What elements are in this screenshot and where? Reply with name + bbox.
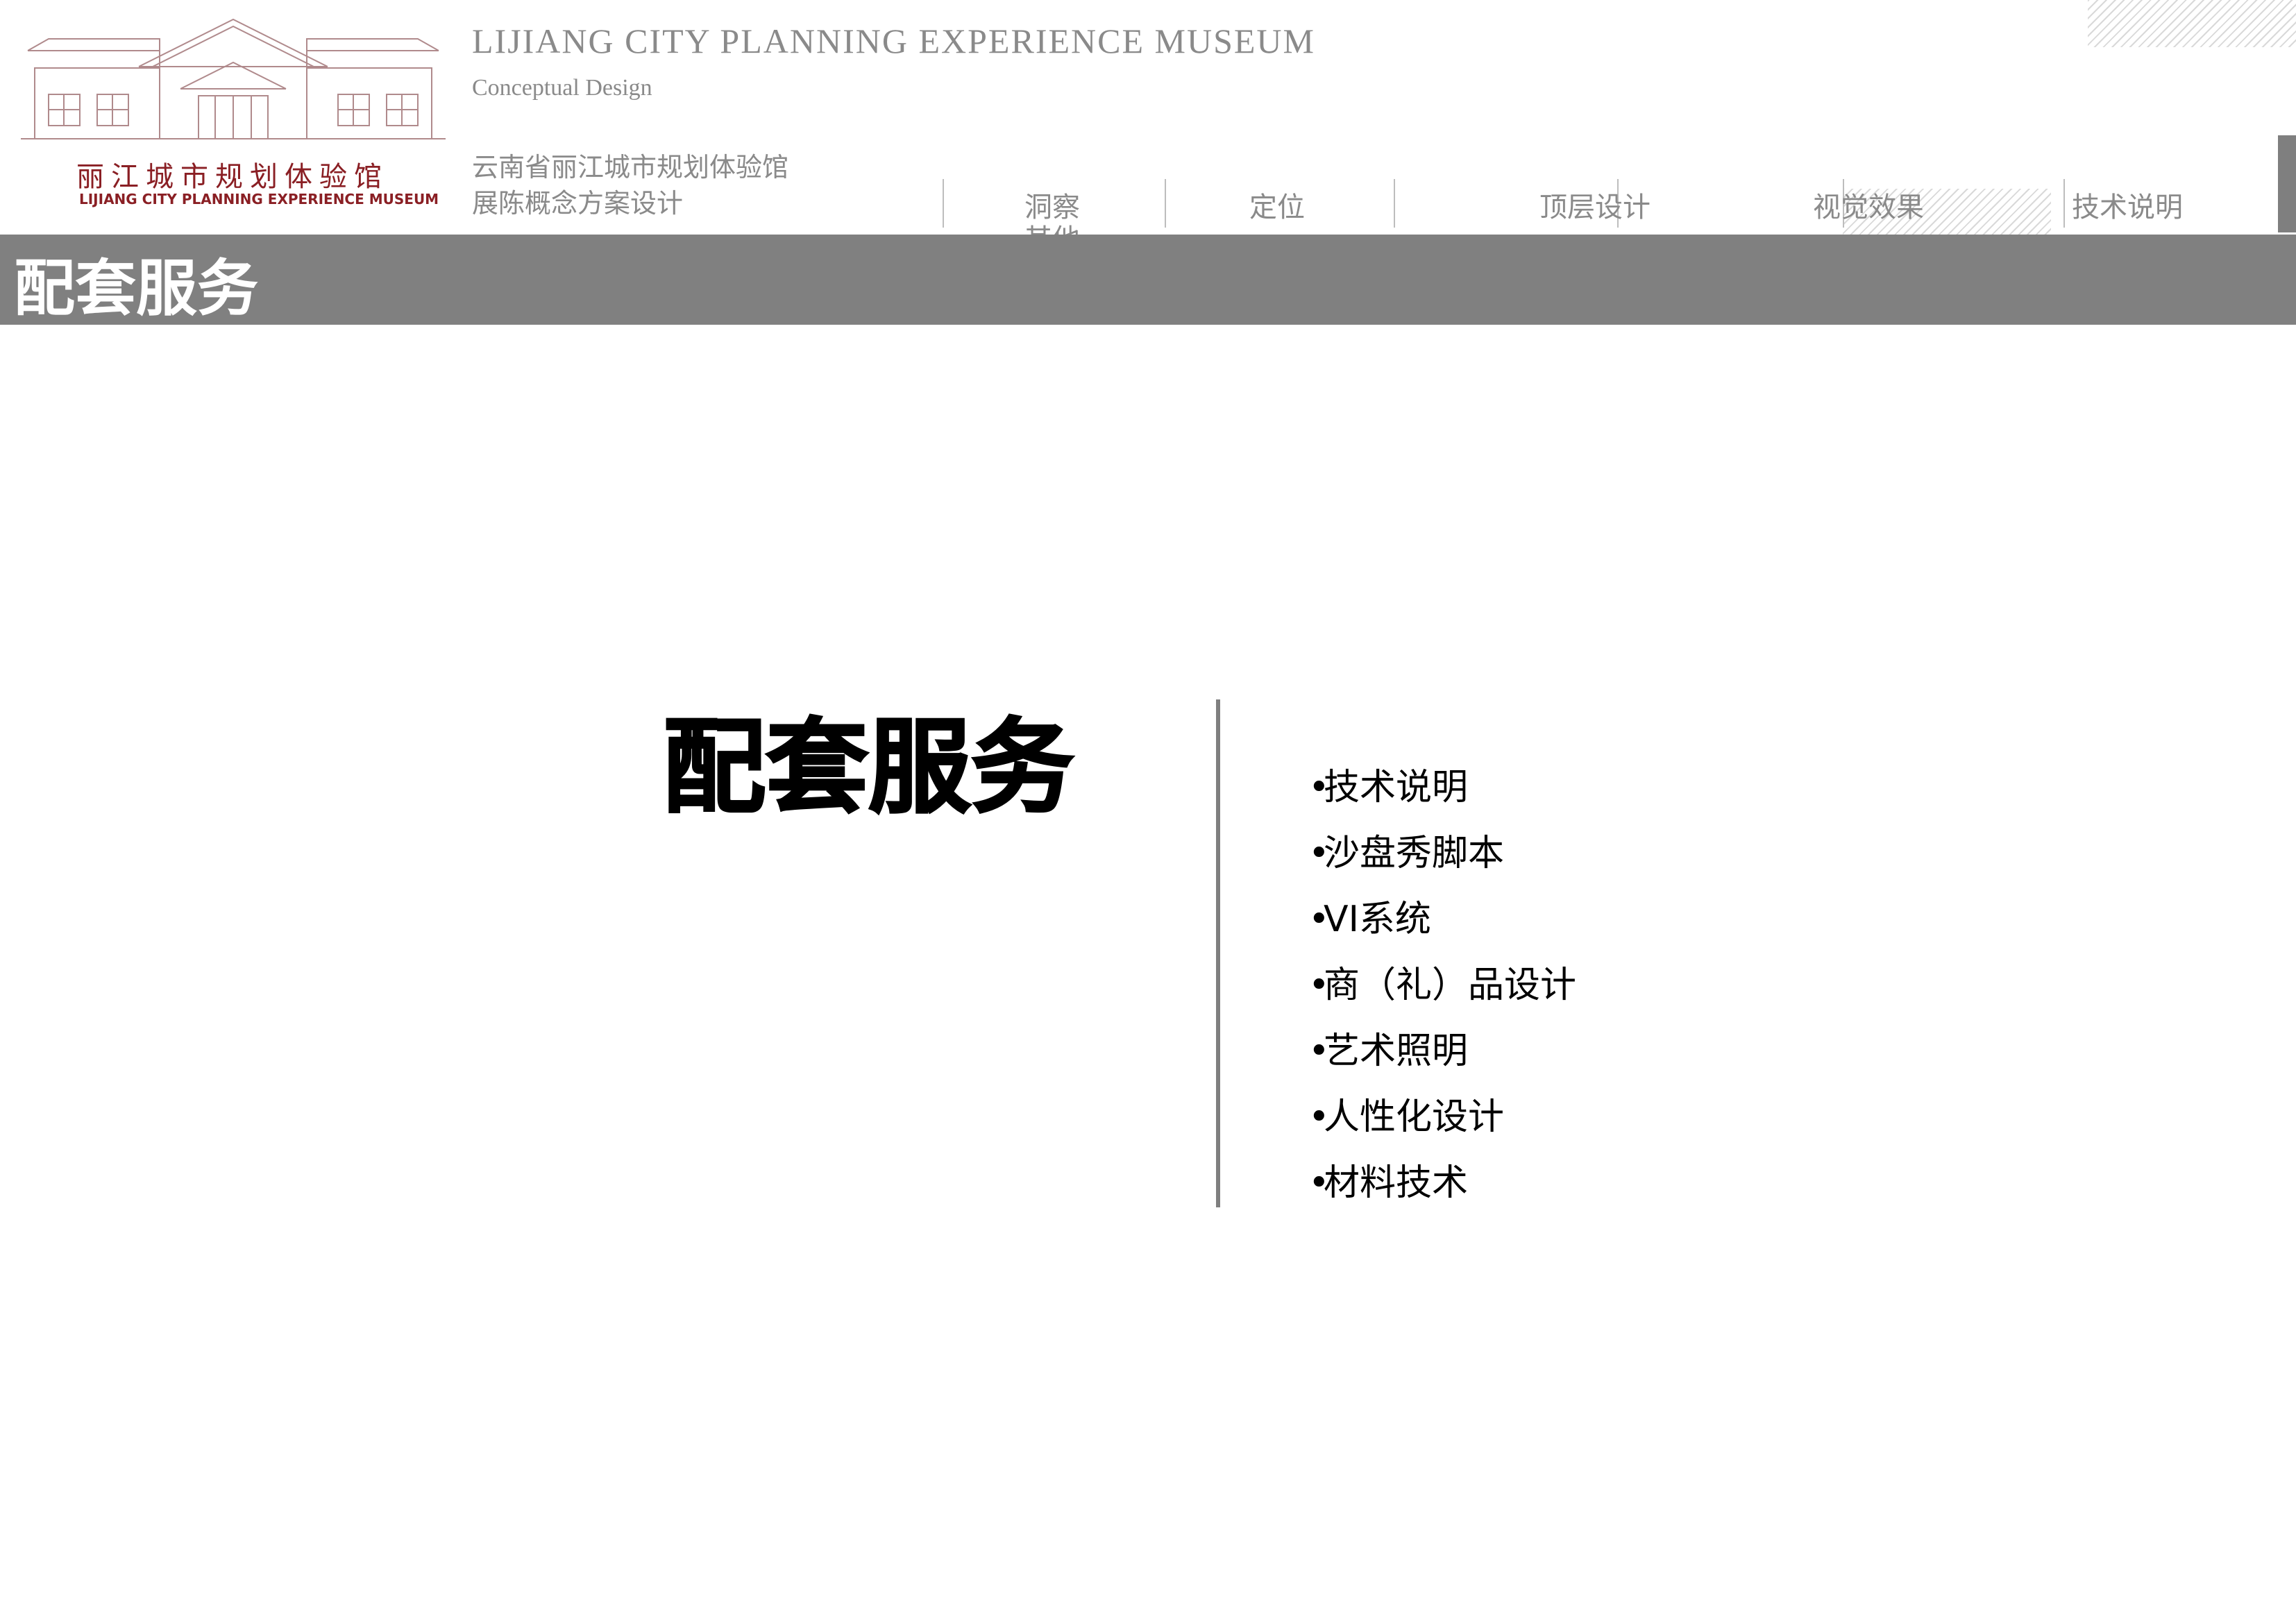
list-item-label: 沙盘秀脚本 xyxy=(1324,833,1505,874)
main-heading: 配套服务 xyxy=(662,707,1075,829)
nav-item-technical-notes[interactable]: 技术说明 xyxy=(2072,185,2183,225)
bullet-icon: • xyxy=(1308,833,1330,874)
list-item: •人性化设计 xyxy=(1308,1085,1576,1150)
corner-hatch-decoration xyxy=(2088,0,2296,47)
section-band xyxy=(0,235,2296,325)
museum-building-logo xyxy=(21,18,446,139)
list-item: •材料技术 xyxy=(1308,1150,1576,1216)
list-item: •技术说明 xyxy=(1308,755,1576,821)
list-item: •沙盘秀脚本 xyxy=(1308,821,1576,887)
section-band-title: 配套服务 xyxy=(14,253,259,324)
nav-separator xyxy=(2063,179,2065,228)
list-item-label: 技术说明 xyxy=(1324,767,1469,808)
nav-item-positioning[interactable]: 定位 xyxy=(1249,185,1305,225)
bullet-icon: • xyxy=(1308,899,1330,940)
list-item: •商（礼）品设计 xyxy=(1308,953,1576,1019)
logo-text-cn: 丽江城市规划体验馆 xyxy=(76,161,389,193)
logo-text-en: LIJIANG CITY PLANNING EXPERIENCE MUSEUM xyxy=(79,191,439,207)
list-item: •艺术照明 xyxy=(1308,1019,1576,1085)
edge-bar-decoration xyxy=(2278,135,2296,232)
list-item-label: 材料技术 xyxy=(1324,1162,1469,1204)
nav-separator xyxy=(1165,179,1166,228)
vertical-divider xyxy=(1216,699,1220,1207)
list-item-label: 艺术照明 xyxy=(1324,1030,1469,1072)
list-item-label: 人性化设计 xyxy=(1324,1096,1505,1138)
bullet-icon: • xyxy=(1308,1162,1330,1204)
bullet-icon: • xyxy=(1308,965,1330,1006)
bullet-icon: • xyxy=(1308,1096,1330,1138)
nav-item-visual-effects[interactable]: 视觉效果 xyxy=(1813,185,1924,225)
nav-separator xyxy=(1394,179,1395,228)
nav-separator xyxy=(943,179,944,228)
bullet-icon: • xyxy=(1308,767,1330,808)
museum-title-en: LIJIANG CITY PLANNING EXPERIENCE MUSEUM xyxy=(472,22,1315,60)
list-item: •VI系统 xyxy=(1308,887,1576,953)
nav-item-insight-sub[interactable]: 其他 xyxy=(1024,216,1080,235)
list-item-label: VI系统 xyxy=(1324,899,1431,940)
bullet-icon: • xyxy=(1308,1030,1330,1072)
nav-item-top-design[interactable]: 顶层设计 xyxy=(1539,185,1651,225)
project-title-cn-line2: 展陈概念方案设计 xyxy=(472,188,684,219)
project-title-cn-line1: 云南省丽江城市规划体验馆 xyxy=(472,152,789,182)
list-item-label: 商（礼）品设计 xyxy=(1324,965,1577,1006)
service-item-list: •技术说明 •沙盘秀脚本 •VI系统 •商（礼）品设计 •艺术照明 •人性化设计… xyxy=(1308,755,1576,1216)
subtitle-en: Conceptual Design xyxy=(472,75,652,101)
